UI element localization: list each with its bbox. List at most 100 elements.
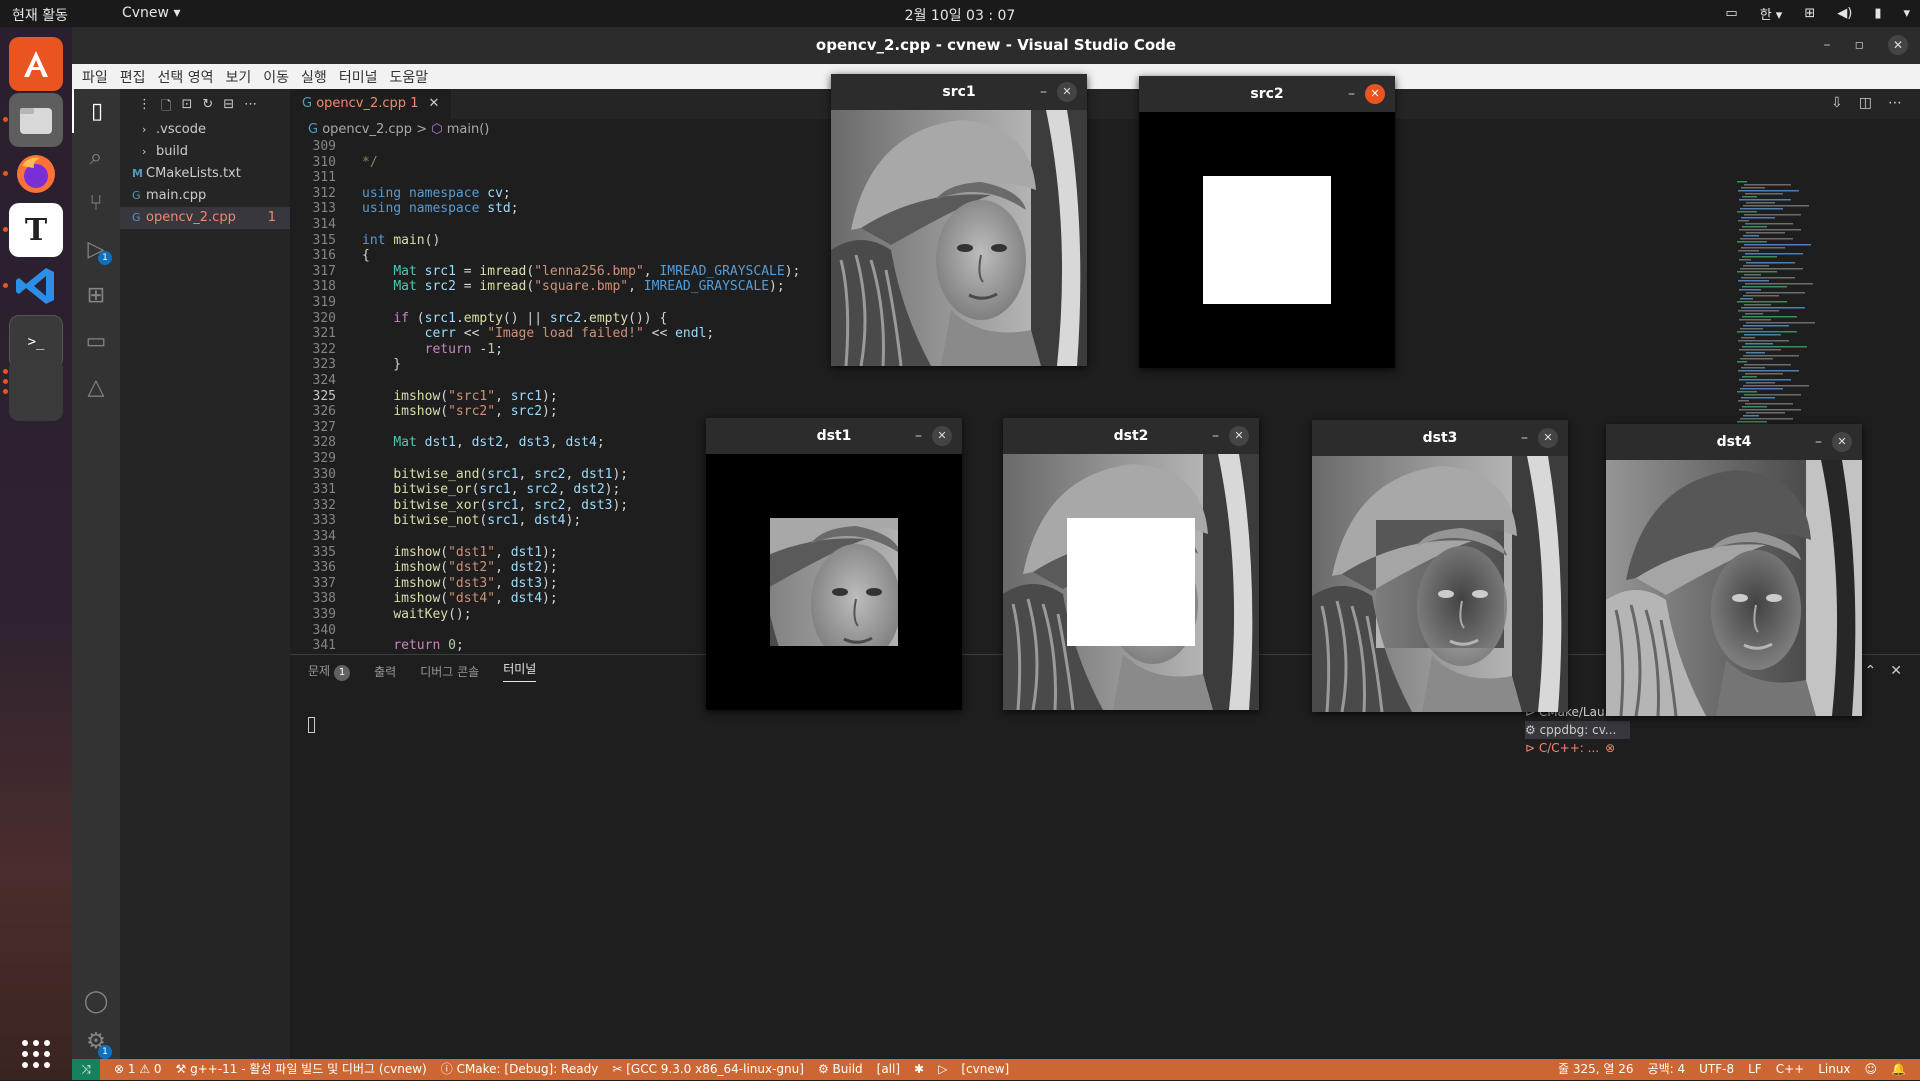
breadcrumb-symbol[interactable]: main(): [447, 122, 490, 137]
code-line[interactable]: }: [362, 357, 401, 372]
menu-edit[interactable]: 편집: [114, 64, 152, 89]
tab-output[interactable]: 출력: [374, 663, 396, 680]
minimize-icon[interactable]: –: [1212, 418, 1219, 454]
cv-window-titlebar[interactable]: src2 – ✕: [1139, 76, 1395, 112]
refresh-icon[interactable]: ↻: [202, 97, 213, 119]
tab-terminal[interactable]: 터미널: [503, 660, 537, 682]
target-status[interactable]: [all]: [877, 1059, 900, 1080]
app-menu[interactable]: Cvnew ▾: [122, 5, 180, 21]
code-line[interactable]: imshow("dst1", dst1);: [362, 545, 557, 560]
clock[interactable]: 2월 10일 03 : 07: [0, 5, 1920, 25]
menu-run[interactable]: 실행: [295, 64, 333, 89]
network-icon[interactable]: ⊞: [1804, 6, 1815, 21]
tab-close-icon[interactable]: ✕: [428, 96, 439, 111]
code-line[interactable]: bitwise_not(src1, dst4);: [362, 513, 581, 528]
indentation[interactable]: 공백: 4: [1648, 1059, 1686, 1080]
feedback-icon[interactable]: ☺: [1865, 1059, 1878, 1080]
activities-button[interactable]: 현재 활동: [12, 5, 68, 25]
keyboard-icon[interactable]: ▭: [1725, 6, 1737, 21]
code-line[interactable]: imshow("dst3", dst3);: [362, 576, 557, 591]
new-file-icon[interactable]: 🗋: [161, 97, 171, 119]
cursor-position[interactable]: 줄 325, 열 26: [1558, 1059, 1634, 1080]
tree-folder-vscode[interactable]: › .vscode: [120, 119, 290, 141]
show-apps-icon[interactable]: [9, 1027, 63, 1081]
minimize-icon[interactable]: –: [1348, 76, 1355, 112]
platform[interactable]: Linux: [1818, 1059, 1850, 1080]
maximize-icon[interactable]: ▫: [1855, 27, 1865, 64]
encoding[interactable]: UTF-8: [1699, 1059, 1734, 1080]
account-icon[interactable]: ◯: [72, 979, 120, 1023]
remote-explorer-icon[interactable]: ▭: [72, 319, 120, 363]
remote-icon[interactable]: ⤨: [72, 1059, 100, 1080]
input-method[interactable]: 한 ▾: [1760, 4, 1783, 23]
text-editor-icon[interactable]: T: [9, 203, 63, 257]
minimize-icon[interactable]: –: [1824, 27, 1831, 64]
tab-debug-console[interactable]: 디버그 콘솔: [420, 663, 479, 680]
tree-file-opencv2[interactable]: Gopencv_2.cpp 1: [120, 207, 290, 229]
code-line[interactable]: imshow("src1", src1);: [362, 389, 557, 404]
code-line[interactable]: cerr << "Image load failed!" << endl;: [362, 326, 715, 341]
code-line[interactable]: Mat dst1, dst2, dst3, dst4;: [362, 435, 604, 450]
cv-window-src2[interactable]: src2 – ✕: [1139, 76, 1395, 368]
maximize-panel-icon[interactable]: ⌃: [1865, 663, 1877, 679]
firefox-icon[interactable]: [9, 147, 63, 201]
code-line[interactable]: waitKey();: [362, 607, 471, 622]
explorer-icon[interactable]: ▯: [72, 89, 120, 133]
code-line[interactable]: bitwise_and(src1, src2, dst1);: [362, 467, 628, 482]
language-mode[interactable]: C++: [1776, 1059, 1805, 1080]
code-line[interactable]: {: [362, 248, 370, 263]
window-titlebar[interactable]: opencv_2.cpp - cvnew - Visual Studio Cod…: [72, 27, 1920, 64]
open-changes-icon[interactable]: ⇩: [1831, 95, 1843, 111]
code-line[interactable]: bitwise_xor(src1, src2, dst3);: [362, 498, 628, 513]
minimize-icon[interactable]: –: [1815, 424, 1822, 460]
minimize-icon[interactable]: –: [1521, 420, 1528, 456]
code-line[interactable]: bitwise_or(src1, src2, dst2);: [362, 482, 620, 497]
problems-status[interactable]: ⊗ 1 ⚠ 0: [114, 1059, 162, 1080]
menu-view[interactable]: 보기: [220, 64, 258, 89]
close-icon[interactable]: ✕: [1832, 432, 1852, 452]
collapse-all-icon[interactable]: ⊟: [223, 97, 234, 119]
tab-opencv2[interactable]: G opencv_2.cpp 1 ✕: [290, 89, 452, 119]
cv-window-titlebar[interactable]: dst3 – ✕: [1312, 420, 1568, 456]
menu-help[interactable]: 도움말: [383, 64, 434, 89]
power-menu-icon[interactable]: ▾: [1903, 6, 1910, 21]
cv-window-titlebar[interactable]: dst4 – ✕: [1606, 424, 1862, 460]
more-icon[interactable]: ⋯: [244, 97, 257, 119]
code-line[interactable]: using namespace std;: [362, 201, 519, 216]
run-debug-icon[interactable]: ▷ 1: [72, 227, 120, 271]
terminal-item[interactable]: ⊳ C/C++: ... ⊗: [1525, 739, 1630, 757]
launch-target-status[interactable]: [cvnew]: [961, 1059, 1009, 1080]
new-folder-icon[interactable]: ⊡: [181, 97, 192, 119]
volume-icon[interactable]: ◀): [1837, 6, 1852, 21]
cv-window-dst4[interactable]: dst4 – ✕: [1606, 424, 1862, 716]
code-line[interactable]: int main(): [362, 233, 440, 248]
settings-gear-icon[interactable]: ⚙ 1: [72, 1019, 120, 1063]
code-line[interactable]: */: [362, 155, 378, 170]
terminal-item[interactable]: ⚙ cppdbg: cv...: [1525, 721, 1630, 739]
code-line[interactable]: using namespace cv;: [362, 186, 511, 201]
cv-window-dst1[interactable]: dst1 – ✕: [706, 418, 962, 710]
minimize-icon[interactable]: –: [1040, 74, 1047, 110]
cmake-status[interactable]: ⓘ CMake: [Debug]: Ready: [441, 1059, 599, 1080]
search-icon[interactable]: ⌕: [72, 135, 120, 179]
cv-window-dst3[interactable]: dst3 – ✕: [1312, 420, 1568, 712]
run-icon[interactable]: ▷: [938, 1059, 947, 1080]
close-icon[interactable]: ✕: [1365, 84, 1385, 104]
code-line[interactable]: imshow("dst4", dst4);: [362, 591, 557, 606]
code-line[interactable]: imshow("dst2", dst2);: [362, 560, 557, 575]
build-status[interactable]: ⚙ Build: [818, 1059, 863, 1080]
build-task-status[interactable]: ⚒ g++-11 - 활성 파일 빌드 및 디버그 (cvnew): [176, 1059, 427, 1080]
cmake-icon[interactable]: △: [72, 365, 120, 409]
files-icon[interactable]: [9, 93, 63, 147]
cv-window-dst2[interactable]: dst2 – ✕: [1003, 418, 1259, 710]
software-center-icon[interactable]: [9, 37, 63, 91]
code-line[interactable]: Mat src2 = imread("square.bmp", IMREAD_G…: [362, 279, 784, 294]
cv-window-titlebar[interactable]: src1 – ✕: [831, 74, 1087, 110]
code-line[interactable]: imshow("src2", src2);: [362, 404, 557, 419]
close-icon[interactable]: ✕: [1888, 35, 1908, 55]
code-line[interactable]: Mat src1 = imread("lenna256.bmp", IMREAD…: [362, 264, 800, 279]
menu-selection[interactable]: 선택 영역: [152, 64, 220, 89]
tree-folder-build[interactable]: › build: [120, 141, 290, 163]
battery-icon[interactable]: ▮: [1874, 6, 1881, 21]
close-panel-icon[interactable]: ✕: [1890, 663, 1902, 679]
